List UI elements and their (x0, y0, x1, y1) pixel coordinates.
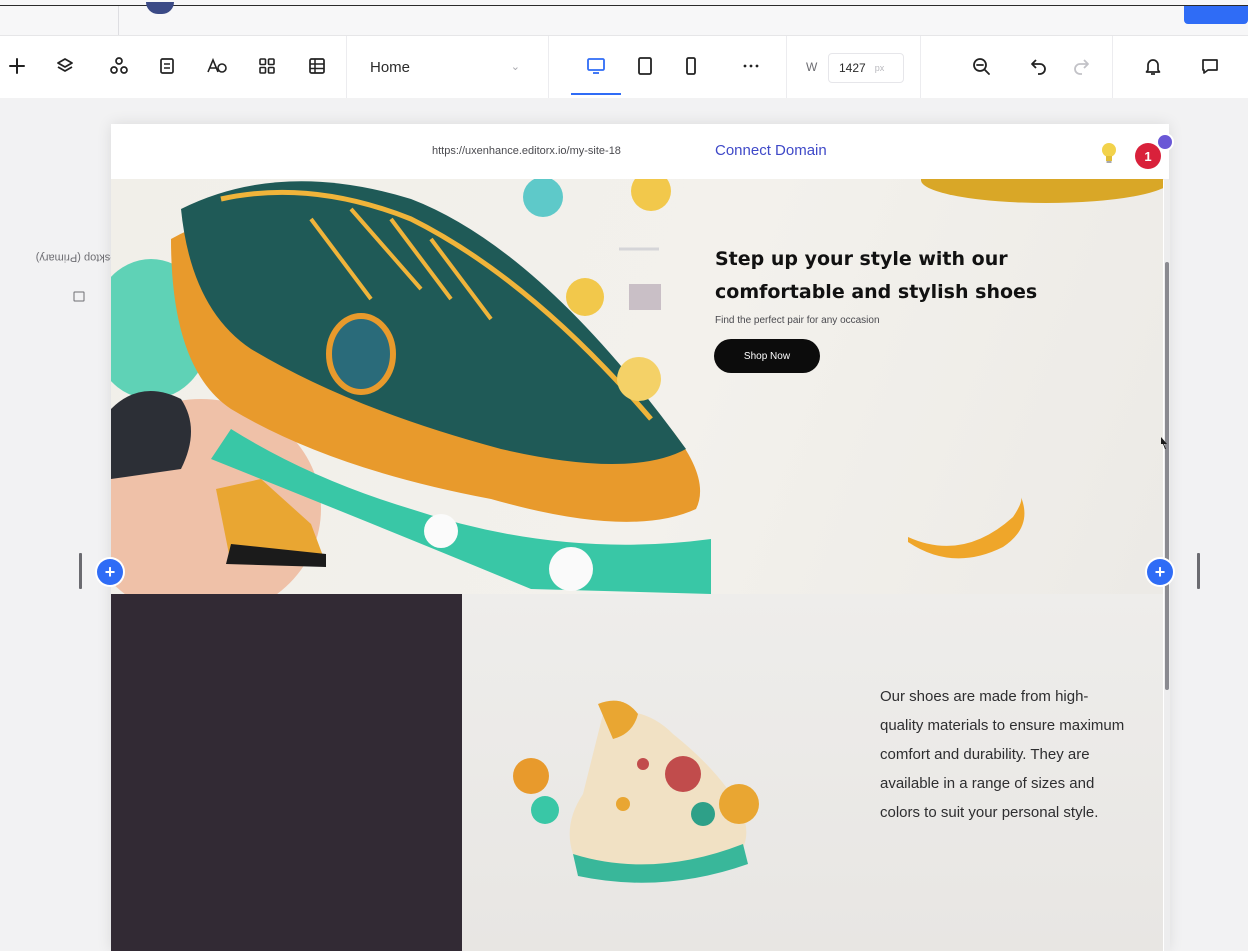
toolbar-separator (786, 36, 787, 98)
undo-icon[interactable] (1026, 52, 1052, 80)
connect-domain-link[interactable]: Connect Domain (715, 142, 827, 159)
toolbar-separator (346, 36, 347, 98)
width-label: W (806, 60, 818, 74)
site-url-bar: https://uxenhance.editorx.io/my-site-18 … (111, 124, 1174, 180)
decorative-shape (908, 497, 1025, 559)
canvas-width-input[interactable]: 1427 px (828, 53, 904, 83)
toolbar-separator (1112, 36, 1113, 98)
canvas-width-unit: px (874, 63, 885, 73)
add-icon[interactable] (4, 52, 30, 80)
publish-button[interactable] (1184, 6, 1248, 24)
active-device-indicator (571, 93, 621, 95)
editor-toolbar: Home ⌄ W 1427 px (0, 36, 1248, 99)
about-text: Our shoes are made from high-quality mat… (880, 688, 1125, 821)
pages-icon[interactable] (154, 52, 180, 80)
comments-icon[interactable] (1197, 52, 1223, 80)
zoom-out-icon[interactable] (968, 52, 994, 80)
mouse-cursor-icon (1161, 437, 1167, 449)
sneaker-illustration (111, 179, 711, 594)
toolbar-separator (548, 36, 549, 98)
lightbulb-icon[interactable] (1095, 138, 1123, 168)
page-selector[interactable]: Home ⌄ (356, 50, 534, 84)
top-separator (118, 6, 119, 36)
breakpoint-label: Desktop (Primary) (36, 180, 124, 330)
components-icon[interactable] (106, 52, 132, 80)
theme-fonts-icon[interactable] (204, 52, 230, 80)
right-resize-handle[interactable] (1197, 553, 1200, 589)
mobile-view-icon[interactable] (678, 52, 704, 80)
sneaker-illustration (513, 700, 759, 883)
add-section-left-icon[interactable]: + (97, 559, 123, 585)
chevron-down-icon: ⌄ (510, 61, 520, 73)
status-badge (1156, 133, 1174, 151)
toolbar-separator (920, 36, 921, 98)
scrollbar-thumb[interactable] (1165, 262, 1169, 690)
redo-icon[interactable] (1068, 52, 1094, 80)
decorative-shape (921, 179, 1163, 203)
dark-panel (111, 594, 462, 951)
top-bar (0, 0, 1248, 36)
page-selector-value: Home (370, 58, 411, 76)
avatar[interactable] (146, 2, 174, 14)
hero-title: Step up your style with our comfortable … (715, 248, 1038, 303)
canvas-width-value: 1427 (839, 61, 866, 75)
desktop-view-icon[interactable] (583, 52, 609, 80)
notifications-bell-icon[interactable] (1140, 52, 1166, 80)
hero-section[interactable]: Step up your style with our comfortable … (111, 179, 1163, 594)
tablet-view-icon[interactable] (632, 52, 658, 80)
hero-subtitle: Find the perfect pair for any occasion (715, 315, 880, 326)
apps-grid-icon[interactable] (254, 52, 280, 80)
top-divider (0, 5, 1248, 6)
shop-now-button[interactable]: Shop Now (714, 339, 820, 373)
layers-icon[interactable] (52, 52, 78, 80)
left-resize-handle[interactable] (79, 553, 82, 589)
site-url: https://uxenhance.editorx.io/my-site-18 (432, 145, 621, 157)
add-section-right-icon[interactable]: + (1147, 559, 1173, 585)
desktop-icon (73, 291, 85, 302)
more-breakpoints-icon[interactable] (738, 52, 764, 80)
cms-table-icon[interactable] (304, 52, 330, 80)
about-section[interactable]: Our shoes are made from high-quality mat… (111, 594, 1163, 951)
